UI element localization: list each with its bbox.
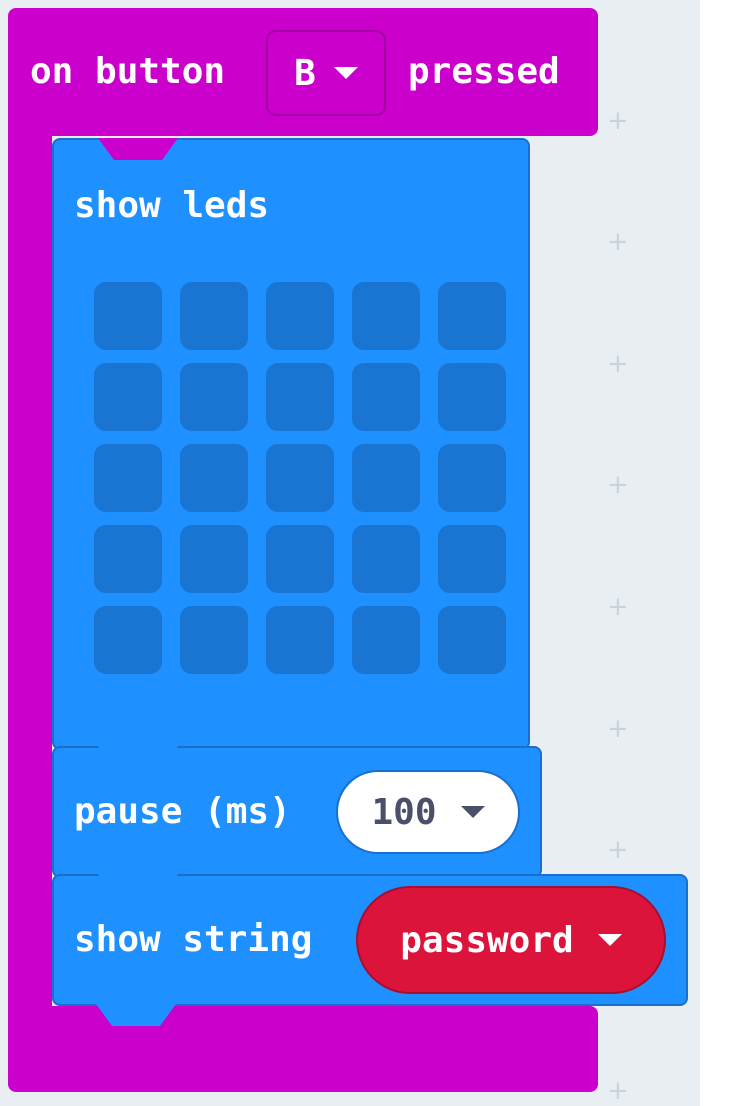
led-cell[interactable] — [180, 444, 248, 512]
led-cell[interactable] — [438, 363, 506, 431]
show-string-label: show string — [74, 919, 313, 960]
block-notch — [98, 874, 178, 896]
block-notch — [98, 138, 178, 160]
event-prefix-label: on button — [30, 51, 226, 92]
led-cell[interactable] — [266, 363, 334, 431]
grid-plus-icon: + — [607, 1076, 629, 1106]
pause-label: pause (ms) — [74, 791, 291, 832]
button-select-value: B — [294, 52, 316, 94]
grid-plus-icon: + — [607, 470, 629, 500]
led-cell[interactable] — [266, 525, 334, 593]
led-cell[interactable] — [438, 525, 506, 593]
led-cell[interactable] — [94, 363, 162, 431]
pause-duration-value: 100 — [371, 791, 437, 833]
led-cell[interactable] — [266, 444, 334, 512]
led-cell[interactable] — [180, 282, 248, 350]
event-suffix-label: pressed — [408, 51, 560, 92]
led-cell[interactable] — [94, 282, 162, 350]
led-cell[interactable] — [352, 606, 420, 674]
led-cell[interactable] — [266, 282, 334, 350]
show-leds-block[interactable]: show leds — [52, 138, 530, 750]
led-cell[interactable] — [94, 525, 162, 593]
chevron-down-icon — [597, 934, 622, 946]
led-cell[interactable] — [266, 606, 334, 674]
led-cell[interactable] — [352, 363, 420, 431]
led-cell[interactable] — [438, 444, 506, 512]
event-block-spine — [8, 128, 52, 1018]
show-string-block[interactable]: show string password — [52, 874, 688, 1006]
grid-plus-icon: + — [607, 714, 629, 744]
led-cell[interactable] — [180, 606, 248, 674]
chevron-down-icon — [460, 806, 485, 818]
grid-plus-icon: + — [607, 592, 629, 622]
grid-plus-icon: + — [607, 227, 629, 257]
show-leds-label: show leds — [74, 185, 270, 226]
led-cell[interactable] — [180, 363, 248, 431]
led-cell[interactable] — [180, 525, 248, 593]
grid-plus-icon: + — [607, 106, 629, 136]
led-cell[interactable] — [94, 606, 162, 674]
led-cell[interactable] — [352, 282, 420, 350]
button-select-dropdown[interactable]: B — [266, 30, 386, 116]
led-cell[interactable] — [438, 606, 506, 674]
workspace-edge — [700, 0, 738, 1106]
chevron-down-icon — [333, 67, 358, 79]
grid-plus-icon: + — [607, 835, 629, 865]
string-variable-value: password — [400, 919, 574, 961]
on-button-pressed-block[interactable]: on button B pressed show leds pause (ms)… — [8, 8, 688, 1092]
pause-block[interactable]: pause (ms) 100 — [52, 746, 542, 878]
led-grid — [94, 282, 506, 674]
string-variable-dropdown[interactable]: password — [356, 886, 666, 994]
block-notch — [98, 746, 178, 768]
grid-plus-icon: + — [607, 349, 629, 379]
led-cell[interactable] — [94, 444, 162, 512]
led-cell[interactable] — [352, 444, 420, 512]
led-cell[interactable] — [352, 525, 420, 593]
led-cell[interactable] — [438, 282, 506, 350]
event-block-footer — [8, 1006, 598, 1092]
pause-duration-dropdown[interactable]: 100 — [336, 770, 520, 854]
